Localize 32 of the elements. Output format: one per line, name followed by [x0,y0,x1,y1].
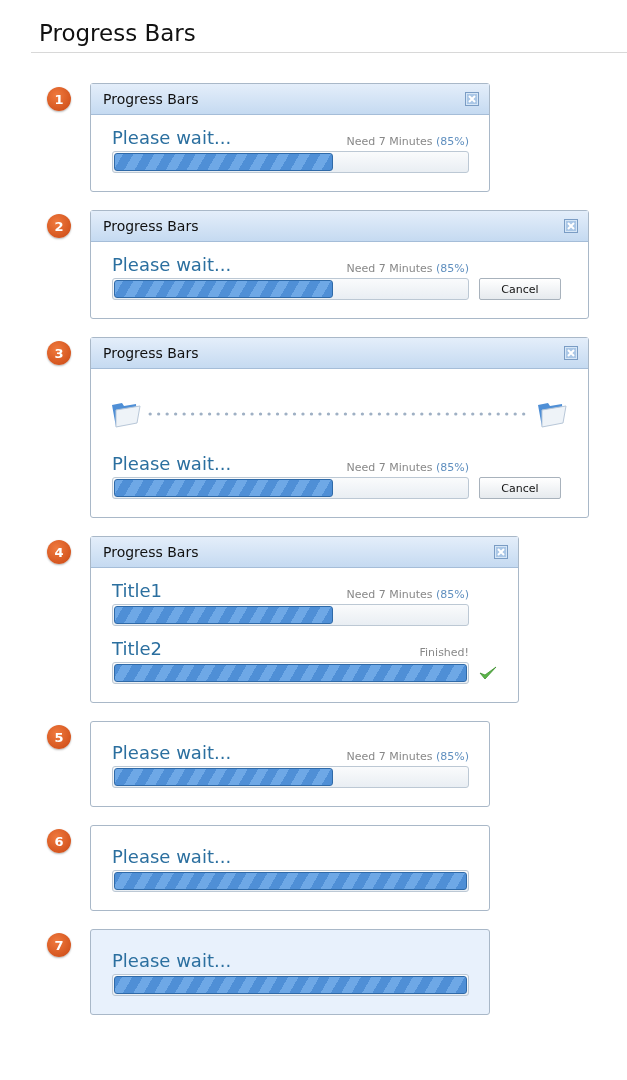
window-title: Progress Bars [103,345,199,361]
progress-label: Please wait... [112,950,232,971]
status-text: Need 7 Minutes (85%) [346,750,469,763]
progress-label: Please wait... [112,453,232,474]
page-title: Progress Bars [31,0,627,53]
number-badge: 1 [47,87,71,111]
number-badge: 2 [47,214,71,238]
status-text: Need 7 Minutes (85%) [346,461,469,474]
number-badge: 5 [47,725,71,749]
window-title: Progress Bars [103,218,199,234]
number-badge: 6 [47,829,71,853]
status-text: Need 7 Minutes (85%) [346,135,469,148]
close-icon[interactable] [564,346,578,360]
progress-label: Please wait... [112,127,232,148]
progress-label: Title2 [112,638,163,659]
window-title: Progress Bars [103,91,199,107]
close-icon[interactable] [494,545,508,559]
progress-label: Please wait... [112,254,232,275]
status-text: Finished! [419,646,469,659]
cancel-button[interactable]: Cancel [479,477,561,499]
number-badge: 4 [47,540,71,564]
status-text: Need 7 Minutes (85%) [346,588,469,601]
cancel-button[interactable]: Cancel [479,278,561,300]
number-badge: 3 [47,341,71,365]
close-icon[interactable] [465,92,479,106]
progress-label: Title1 [112,580,163,601]
progress-label: Please wait... [112,846,232,867]
window-title: Progress Bars [103,544,199,560]
status-text: Need 7 Minutes (85%) [346,262,469,275]
close-icon[interactable] [564,219,578,233]
number-badge: 7 [47,933,71,957]
progress-label: Please wait... [112,742,232,763]
